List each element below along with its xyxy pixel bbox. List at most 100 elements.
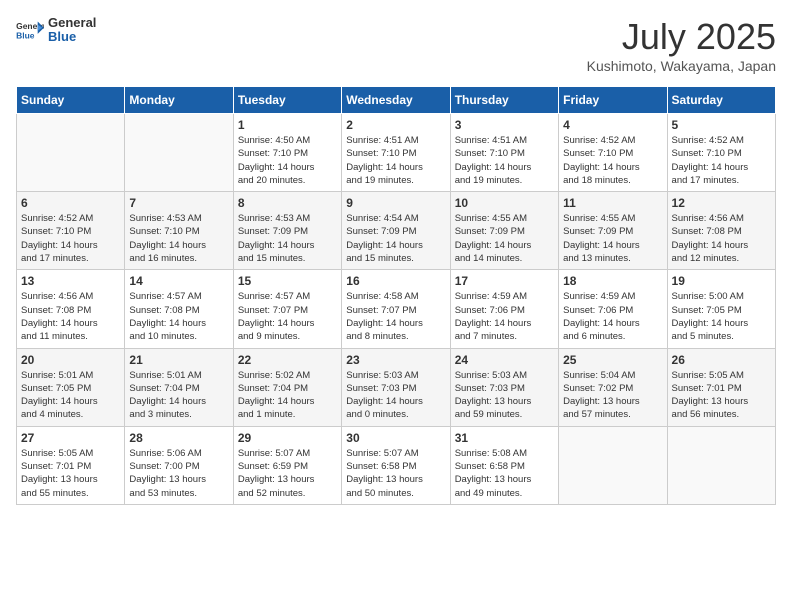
day-number: 11 — [563, 196, 662, 210]
day-info: Sunrise: 5:02 AM Sunset: 7:04 PM Dayligh… — [238, 369, 337, 422]
day-info: Sunrise: 5:06 AM Sunset: 7:00 PM Dayligh… — [129, 447, 228, 500]
day-info: Sunrise: 5:03 AM Sunset: 7:03 PM Dayligh… — [455, 369, 554, 422]
calendar-cell: 12Sunrise: 4:56 AM Sunset: 7:08 PM Dayli… — [667, 192, 775, 270]
calendar-cell: 29 Sunrise: 5:07 AM Sunset: 6:59 PM Dayli… — [233, 426, 341, 504]
day-info: Sunrise: 4:54 AM Sunset: 7:09 PM Dayligh… — [346, 212, 445, 265]
day-number: 12 — [672, 196, 771, 210]
calendar-cell: 14 Sunrise: 4:57 AM Sunset: 7:08 PM Dayli… — [125, 270, 233, 348]
calendar-cell: 15 Sunrise: 4:57 AM Sunset: 7:07 PM Dayli… — [233, 270, 341, 348]
day-number: 16 — [346, 274, 445, 288]
day-info: Sunrise: 4:57 AM Sunset: 7:08 PM Dayligh… — [129, 290, 228, 343]
calendar-cell: 16Sunrise: 4:58 AM Sunset: 7:07 PM Dayli… — [342, 270, 450, 348]
day-info: Sunrise: 4:52 AM Sunset: 7:10 PM Dayligh… — [672, 134, 771, 187]
calendar-cell: 9 Sunrise: 4:54 AM Sunset: 7:09 PM Daylig… — [342, 192, 450, 270]
day-info: Sunrise: 5:01 AM Sunset: 7:05 PM Dayligh… — [21, 369, 120, 422]
calendar-cell: 7 Sunrise: 4:53 AM Sunset: 7:10 PM Daylig… — [125, 192, 233, 270]
week-row-3: 13 Sunrise: 4:56 AM Sunset: 7:08 PM Dayli… — [17, 270, 776, 348]
calendar-cell: 27 Sunrise: 5:05 AM Sunset: 7:01 PM Dayli… — [17, 426, 125, 504]
weekday-header-thursday: Thursday — [450, 87, 558, 114]
day-info: Sunrise: 5:01 AM Sunset: 7:04 PM Dayligh… — [129, 369, 228, 422]
day-info: Sunrise: 5:05 AM Sunset: 7:01 PM Dayligh… — [21, 447, 120, 500]
day-number: 13 — [21, 274, 120, 288]
day-number: 31 — [455, 431, 554, 445]
day-info: Sunrise: 5:00 AM Sunset: 7:05 PM Dayligh… — [672, 290, 771, 343]
day-number: 9 — [346, 196, 445, 210]
day-info: Sunrise: 5:05 AM Sunset: 7:01 PM Dayligh… — [672, 369, 771, 422]
day-number: 6 — [21, 196, 120, 210]
calendar-cell: 2 Sunrise: 4:51 AM Sunset: 7:10 PM Daylig… — [342, 114, 450, 192]
day-number: 15 — [238, 274, 337, 288]
calendar-cell: 11 Sunrise: 4:55 AM Sunset: 7:09 PM Dayli… — [559, 192, 667, 270]
weekday-header-row: SundayMondayTuesdayWednesdayThursdayFrid… — [17, 87, 776, 114]
day-info: Sunrise: 4:56 AM Sunset: 7:08 PM Dayligh… — [21, 290, 120, 343]
logo-blue: Blue — [48, 30, 96, 44]
calendar-cell: 28 Sunrise: 5:06 AM Sunset: 7:00 PM Dayli… — [125, 426, 233, 504]
calendar-cell — [17, 114, 125, 192]
day-number: 21 — [129, 353, 228, 367]
svg-text:Blue: Blue — [16, 31, 35, 41]
day-number: 26 — [672, 353, 771, 367]
week-row-4: 20Sunrise: 5:01 AM Sunset: 7:05 PM Dayli… — [17, 348, 776, 426]
day-info: Sunrise: 4:53 AM Sunset: 7:10 PM Dayligh… — [129, 212, 228, 265]
calendar-cell: 31 Sunrise: 5:08 AM Sunset: 6:58 PM Dayli… — [450, 426, 558, 504]
calendar-cell: 4 Sunrise: 4:52 AM Sunset: 7:10 PM Daylig… — [559, 114, 667, 192]
weekday-header-sunday: Sunday — [17, 87, 125, 114]
logo-icon: General Blue — [16, 20, 44, 40]
calendar-cell: 22Sunrise: 5:02 AM Sunset: 7:04 PM Dayli… — [233, 348, 341, 426]
weekday-header-friday: Friday — [559, 87, 667, 114]
weekday-header-saturday: Saturday — [667, 87, 775, 114]
logo: General Blue General Blue — [16, 16, 96, 45]
calendar-cell: 18Sunrise: 4:59 AM Sunset: 7:06 PM Dayli… — [559, 270, 667, 348]
calendar-cell — [559, 426, 667, 504]
day-number: 7 — [129, 196, 228, 210]
day-info: Sunrise: 4:52 AM Sunset: 7:10 PM Dayligh… — [563, 134, 662, 187]
day-number: 18 — [563, 274, 662, 288]
month-title: July 2025 — [587, 16, 776, 58]
day-info: Sunrise: 4:53 AM Sunset: 7:09 PM Dayligh… — [238, 212, 337, 265]
calendar-cell: 8 Sunrise: 4:53 AM Sunset: 7:09 PM Daylig… — [233, 192, 341, 270]
weekday-header-monday: Monday — [125, 87, 233, 114]
calendar-cell: 21 Sunrise: 5:01 AM Sunset: 7:04 PM Dayli… — [125, 348, 233, 426]
location: Kushimoto, Wakayama, Japan — [587, 58, 776, 74]
day-info: Sunrise: 5:07 AM Sunset: 6:59 PM Dayligh… — [238, 447, 337, 500]
day-info: Sunrise: 5:04 AM Sunset: 7:02 PM Dayligh… — [563, 369, 662, 422]
day-number: 10 — [455, 196, 554, 210]
day-number: 3 — [455, 118, 554, 132]
day-number: 8 — [238, 196, 337, 210]
day-number: 24 — [455, 353, 554, 367]
day-info: Sunrise: 5:07 AM Sunset: 6:58 PM Dayligh… — [346, 447, 445, 500]
weekday-header-tuesday: Tuesday — [233, 87, 341, 114]
page-header: General Blue General Blue July 2025 Kush… — [16, 16, 776, 74]
calendar-cell: 25 Sunrise: 5:04 AM Sunset: 7:02 PM Dayli… — [559, 348, 667, 426]
day-number: 1 — [238, 118, 337, 132]
day-number: 5 — [672, 118, 771, 132]
calendar-cell: 26 Sunrise: 5:05 AM Sunset: 7:01 PM Dayli… — [667, 348, 775, 426]
day-info: Sunrise: 4:51 AM Sunset: 7:10 PM Dayligh… — [346, 134, 445, 187]
calendar-cell: 17Sunrise: 4:59 AM Sunset: 7:06 PM Dayli… — [450, 270, 558, 348]
day-number: 4 — [563, 118, 662, 132]
day-info: Sunrise: 4:57 AM Sunset: 7:07 PM Dayligh… — [238, 290, 337, 343]
day-number: 14 — [129, 274, 228, 288]
day-number: 29 — [238, 431, 337, 445]
day-number: 23 — [346, 353, 445, 367]
calendar-cell — [125, 114, 233, 192]
day-info: Sunrise: 4:51 AM Sunset: 7:10 PM Dayligh… — [455, 134, 554, 187]
day-number: 2 — [346, 118, 445, 132]
logo-general: General — [48, 16, 96, 30]
day-number: 28 — [129, 431, 228, 445]
day-number: 25 — [563, 353, 662, 367]
calendar-cell: 24 Sunrise: 5:03 AM Sunset: 7:03 PM Dayli… — [450, 348, 558, 426]
day-info: Sunrise: 5:03 AM Sunset: 7:03 PM Dayligh… — [346, 369, 445, 422]
day-number: 17 — [455, 274, 554, 288]
day-info: Sunrise: 4:52 AM Sunset: 7:10 PM Dayligh… — [21, 212, 120, 265]
day-number: 27 — [21, 431, 120, 445]
calendar-cell: 1Sunrise: 4:50 AM Sunset: 7:10 PM Daylig… — [233, 114, 341, 192]
day-info: Sunrise: 4:55 AM Sunset: 7:09 PM Dayligh… — [455, 212, 554, 265]
day-number: 30 — [346, 431, 445, 445]
day-number: 19 — [672, 274, 771, 288]
calendar-table: SundayMondayTuesdayWednesdayThursdayFrid… — [16, 86, 776, 505]
day-info: Sunrise: 5:08 AM Sunset: 6:58 PM Dayligh… — [455, 447, 554, 500]
calendar-cell: 10 Sunrise: 4:55 AM Sunset: 7:09 PM Dayli… — [450, 192, 558, 270]
calendar-cell: 23 Sunrise: 5:03 AM Sunset: 7:03 PM Dayli… — [342, 348, 450, 426]
day-info: Sunrise: 4:55 AM Sunset: 7:09 PM Dayligh… — [563, 212, 662, 265]
